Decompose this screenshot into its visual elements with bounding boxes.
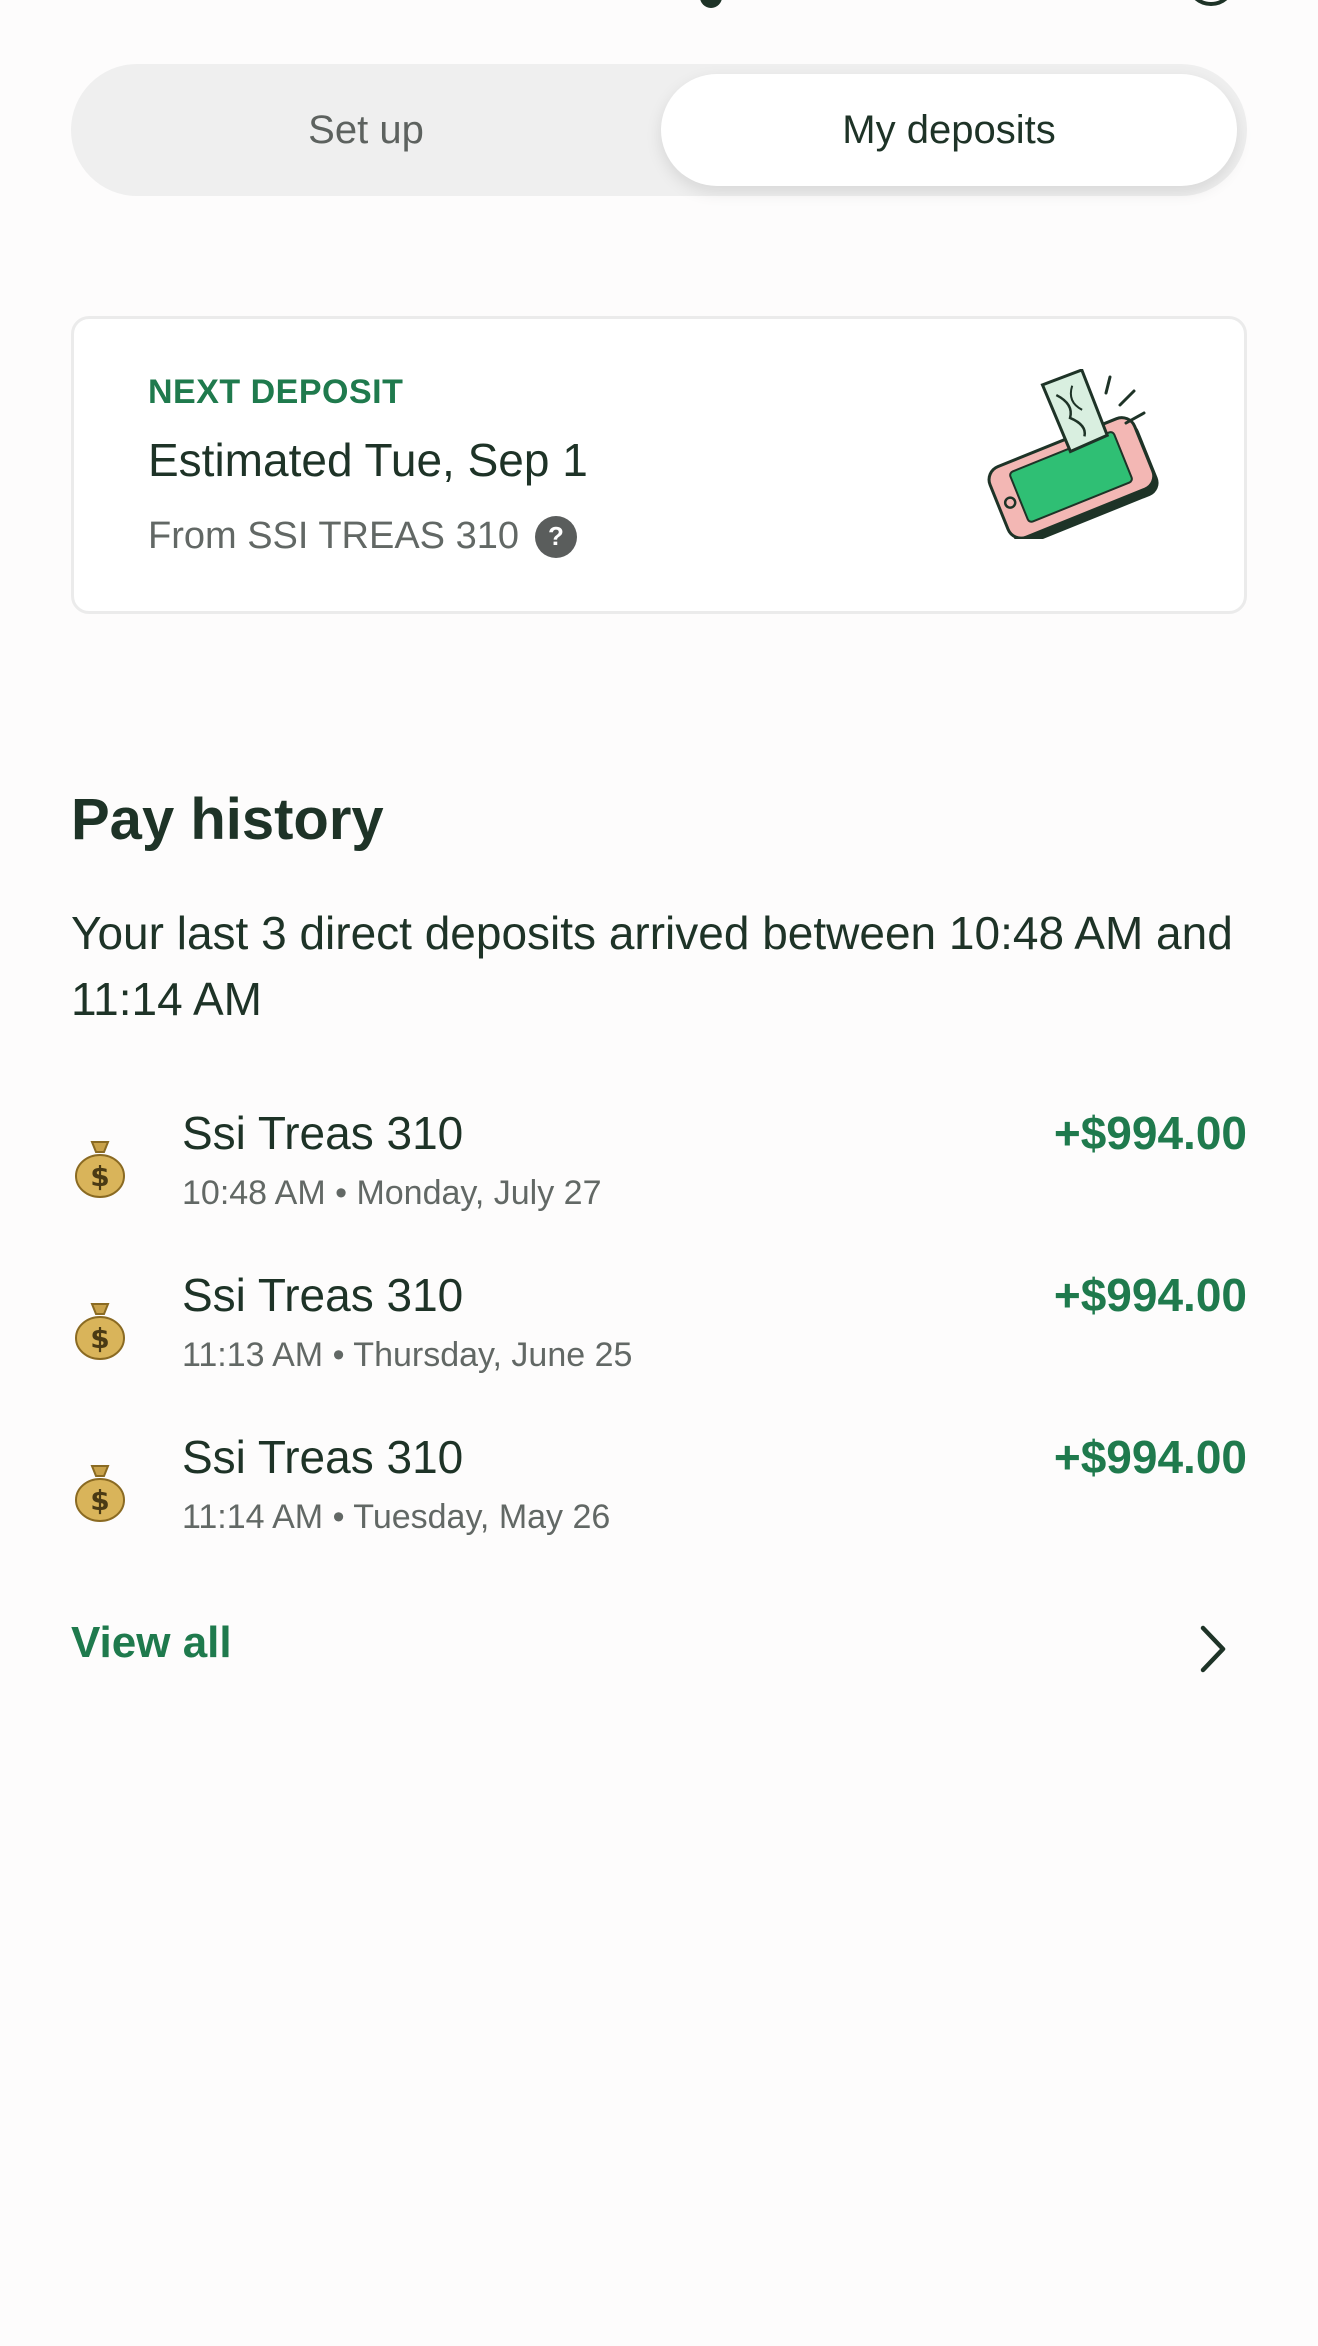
money-bag-icon: $ xyxy=(75,1465,125,1522)
svg-text:$: $ xyxy=(90,1322,109,1355)
chevron-right-icon xyxy=(1200,1625,1226,1673)
money-bag-icon: $ xyxy=(75,1303,125,1360)
header-help-icon[interactable] xyxy=(1186,0,1236,6)
app-header xyxy=(0,0,1318,14)
list-item[interactable]: $ Ssi Treas 310 11:14 AM • Tuesday, May … xyxy=(71,1430,1247,1560)
deposit-time-date: 11:14 AM • Tuesday, May 26 xyxy=(182,1498,611,1536)
money-bag-icon: $ xyxy=(75,1141,125,1198)
next-deposit-source-label: From SSI TREAS 310 xyxy=(148,515,519,557)
pay-history-title: Pay history xyxy=(71,787,384,852)
next-deposit-eyebrow: NEXT DEPOSIT xyxy=(148,373,404,411)
tab-set-up[interactable]: Set up xyxy=(81,74,651,186)
tab-my-deposits[interactable]: My deposits xyxy=(661,74,1237,186)
view-all-label: View all xyxy=(71,1618,232,1667)
next-deposit-date: Estimated Tue, Sep 1 xyxy=(148,434,588,486)
deposit-name: Ssi Treas 310 xyxy=(182,1107,464,1159)
deposit-amount: +$994.00 xyxy=(1053,1269,1247,1321)
deposit-tabs: Set up My deposits xyxy=(71,64,1247,196)
list-item[interactable]: $ Ssi Treas 310 10:48 AM • Monday, July … xyxy=(71,1106,1247,1236)
header-title-fragment xyxy=(700,0,722,8)
view-all-link[interactable]: View all xyxy=(71,1614,1247,1684)
phone-deposit-illustration-icon xyxy=(987,369,1159,539)
svg-text:$: $ xyxy=(90,1484,109,1517)
deposit-time-date: 10:48 AM • Monday, July 27 xyxy=(182,1174,602,1212)
deposit-amount: +$994.00 xyxy=(1053,1107,1247,1159)
svg-text:$: $ xyxy=(90,1160,109,1193)
list-item[interactable]: $ Ssi Treas 310 11:13 AM • Thursday, Jun… xyxy=(71,1268,1247,1398)
help-icon[interactable]: ? xyxy=(534,515,577,558)
deposit-time-date: 11:13 AM • Thursday, June 25 xyxy=(182,1336,633,1374)
deposit-amount: +$994.00 xyxy=(1053,1431,1247,1483)
next-deposit-card: NEXT DEPOSIT Estimated Tue, Sep 1 From S… xyxy=(71,316,1247,614)
next-deposit-source: From SSI TREAS 310 ? xyxy=(148,515,577,558)
deposit-name: Ssi Treas 310 xyxy=(182,1269,464,1321)
pay-history-summary: Your last 3 direct deposits arrived betw… xyxy=(71,907,1233,1025)
deposit-name: Ssi Treas 310 xyxy=(182,1431,464,1483)
